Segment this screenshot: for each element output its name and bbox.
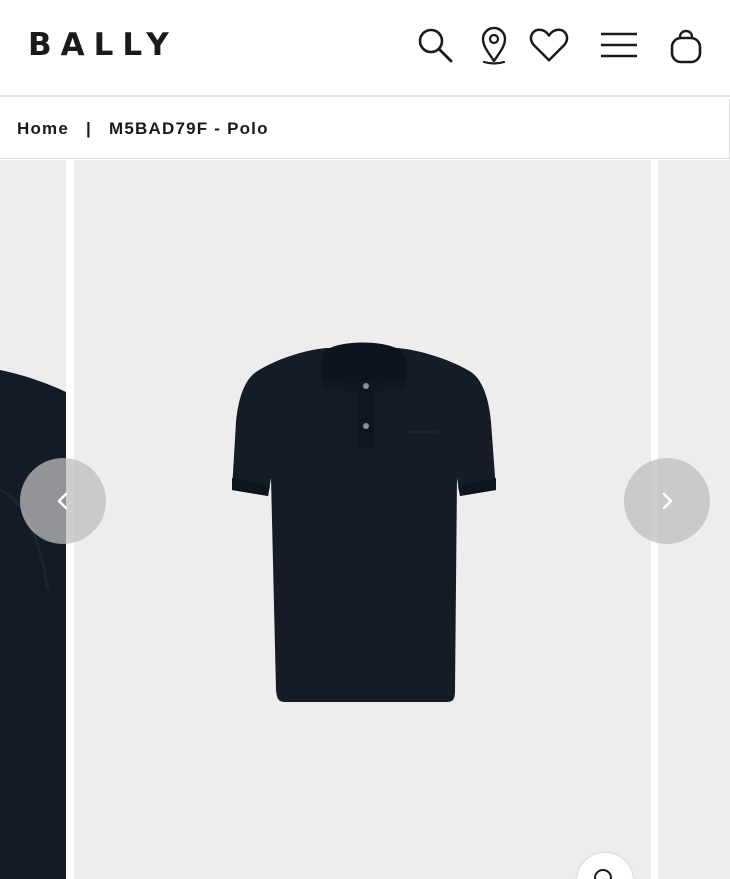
breadcrumb-separator: | (86, 118, 93, 138)
chevron-left-icon (57, 492, 68, 510)
breadcrumb: Home | M5BAD79F - Polo (0, 99, 730, 159)
site-header: BALLY (0, 0, 730, 97)
store-locator-icon[interactable] (474, 25, 514, 65)
breadcrumb-current: M5BAD79F - Polo (109, 118, 269, 138)
search-icon[interactable] (415, 25, 455, 65)
gallery-previous-button[interactable] (20, 458, 106, 544)
menu-icon[interactable] (599, 25, 639, 65)
gallery-slide-main[interactable] (74, 160, 651, 879)
bally-logo[interactable]: BALLY (28, 28, 178, 62)
zoom-icon (594, 869, 612, 879)
polo-shirt-image (232, 342, 496, 702)
shopping-bag-icon[interactable] (666, 25, 706, 65)
gallery-next-button[interactable] (624, 458, 710, 544)
breadcrumb-home-link[interactable]: Home (17, 119, 69, 139)
product-image-gallery[interactable] (0, 160, 730, 879)
chevron-right-icon (662, 492, 673, 510)
wishlist-heart-icon[interactable] (529, 25, 569, 65)
